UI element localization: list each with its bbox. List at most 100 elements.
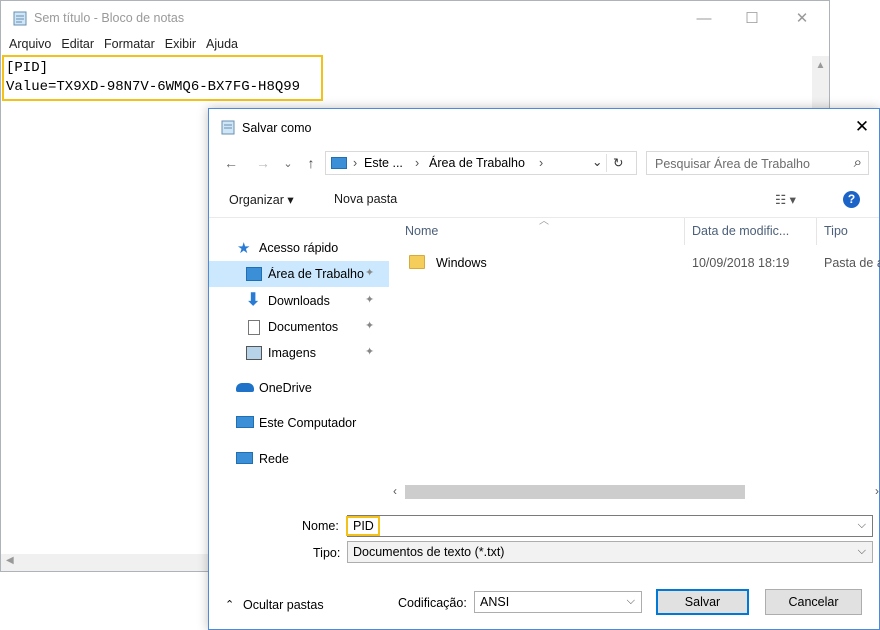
column-header-date[interactable]: Data de modific...	[692, 224, 789, 238]
file-type: Pasta de a	[824, 256, 880, 270]
notepad-icon	[221, 120, 235, 135]
scroll-left-icon[interactable]: ◀	[6, 555, 14, 566]
pin-icon[interactable]: ✦	[365, 293, 374, 306]
file-list: ︿ Nome Data de modific... Tipo Windows 1…	[401, 216, 880, 488]
file-list-horizontal-scrollbar[interactable]: ‹ ›	[393, 483, 880, 501]
hide-folders-button[interactable]: Ocultar pastas	[243, 598, 324, 612]
column-header-name[interactable]: Nome	[405, 224, 438, 238]
folder-icon	[409, 255, 425, 269]
search-placeholder: Pesquisar Área de Trabalho	[655, 157, 810, 171]
refresh-icon[interactable]: ↻	[613, 155, 623, 170]
menu-formatar[interactable]: Formatar	[104, 37, 155, 55]
back-icon[interactable]: ←	[221, 152, 241, 174]
dialog-title: Salvar como	[242, 121, 312, 135]
menu-arquivo[interactable]: Arquivo	[9, 37, 51, 55]
column-divider[interactable]	[816, 218, 817, 245]
computer-icon	[236, 416, 254, 428]
encoding-label: Codificação:	[398, 596, 467, 610]
breadcrumb-este[interactable]: Este ...	[364, 156, 403, 170]
nav-item-acesso-rapido[interactable]: ★ Acesso rápido	[209, 235, 389, 261]
view-options-icon[interactable]: ☷ ▾	[775, 192, 796, 207]
file-name-field[interactable]: PID ⌵	[347, 515, 873, 537]
save-button[interactable]: Salvar	[656, 589, 749, 615]
nav-item-area-de-trabalho[interactable]: Área de Trabalho ✦	[209, 261, 389, 287]
save-as-dialog: Salvar como ✕ ← → ⌄ ↑ › Este ... › Área …	[208, 108, 880, 630]
breadcrumb-sep: ›	[539, 156, 544, 170]
nav-item-imagens[interactable]: Imagens ✦	[209, 340, 389, 366]
pin-icon[interactable]: ✦	[365, 319, 374, 332]
chevron-down-icon[interactable]: ⌵	[858, 545, 866, 558]
chevron-down-icon[interactable]: ⌵	[627, 595, 635, 608]
list-item[interactable]: Windows 10/09/2018 18:19 Pasta de a	[401, 252, 880, 274]
address-bar[interactable]: › Este ... › Área de Trabalho › ⌄ ↻	[325, 151, 637, 175]
navigation-pane: ★ Acesso rápido Área de Trabalho ✦ ⬇ Dow…	[209, 218, 389, 488]
highlight-box	[2, 55, 323, 101]
nav-item-label: Imagens	[268, 346, 316, 360]
nav-item-label: Este Computador	[259, 416, 357, 430]
scrollbar-thumb[interactable]	[405, 485, 745, 499]
minimize-icon[interactable]: —	[681, 1, 727, 35]
nav-item-label: Acesso rápido	[259, 241, 339, 255]
scroll-right-icon[interactable]: ›	[875, 484, 879, 498]
pictures-icon	[246, 346, 262, 360]
address-divider	[606, 154, 607, 172]
file-date: 10/09/2018 18:19	[692, 256, 790, 270]
network-icon	[236, 452, 253, 464]
notepad-title: Sem título - Bloco de notas	[34, 11, 185, 25]
chevron-up-icon[interactable]: ⌃	[225, 598, 234, 611]
forward-icon[interactable]: →	[253, 152, 273, 174]
nav-item-este-computador[interactable]: Este Computador	[209, 410, 389, 436]
highlight-box	[346, 516, 380, 536]
pin-icon[interactable]: ✦	[365, 345, 374, 358]
search-icon[interactable]: ⌕	[854, 154, 862, 171]
notepad-menubar: Arquivo Editar Formatar Exibir Ajuda	[1, 37, 240, 55]
type-label: Tipo:	[313, 546, 341, 560]
dialog-footer: ⌃ Ocultar pastas Codificação: ANSI ⌵ Sal…	[209, 581, 879, 630]
pin-icon[interactable]: ✦	[365, 266, 374, 279]
close-icon[interactable]: ✕	[779, 1, 825, 35]
file-type-value: Documentos de texto (*.txt)	[353, 545, 505, 559]
encoding-select[interactable]: ANSI ⌵	[474, 591, 642, 613]
breadcrumb-sep: ›	[415, 156, 420, 170]
maximize-icon[interactable]: ☐	[729, 1, 775, 35]
document-icon	[248, 320, 260, 335]
encoding-value: ANSI	[480, 595, 510, 609]
chevron-down-icon[interactable]: ⌵	[858, 519, 866, 532]
menu-editar[interactable]: Editar	[61, 37, 94, 55]
nav-item-documentos[interactable]: Documentos ✦	[209, 314, 389, 340]
file-type-select[interactable]: Documentos de texto (*.txt) ⌵	[347, 541, 873, 563]
new-folder-button[interactable]: Nova pasta	[334, 192, 397, 206]
nav-item-label: Downloads	[268, 294, 330, 308]
column-header-type[interactable]: Tipo	[824, 224, 848, 238]
nav-item-label: Rede	[259, 452, 289, 466]
desktop-icon	[246, 267, 262, 281]
column-divider[interactable]	[684, 218, 685, 245]
cloud-icon	[236, 383, 254, 392]
notepad-titlebar[interactable]: Sem título - Bloco de notas — ☐ ✕	[1, 1, 829, 35]
breadcrumb-area-de-trabalho[interactable]: Área de Trabalho	[429, 156, 525, 170]
breadcrumb-sep: ›	[353, 156, 358, 170]
help-icon[interactable]: ?	[843, 191, 860, 208]
menu-exibir[interactable]: Exibir	[165, 37, 196, 55]
star-icon: ★	[237, 240, 251, 257]
cancel-button[interactable]: Cancelar	[765, 589, 862, 615]
address-dropdown-icon[interactable]: ⌄	[592, 154, 602, 169]
recent-locations-icon[interactable]: ⌄	[281, 152, 295, 174]
computer-icon	[331, 157, 347, 169]
dialog-titlebar[interactable]: Salvar como ✕	[209, 109, 879, 145]
file-name: Windows	[436, 256, 487, 270]
organize-button[interactable]: Organizar ▾	[229, 192, 294, 207]
scroll-up-icon[interactable]: ▲	[812, 60, 829, 71]
close-icon[interactable]: ✕	[845, 109, 879, 145]
up-icon[interactable]: ↑	[301, 152, 321, 174]
nav-item-onedrive[interactable]: OneDrive	[209, 375, 389, 401]
nav-item-downloads[interactable]: ⬇ Downloads ✦	[209, 288, 389, 314]
scroll-left-icon[interactable]: ‹	[393, 484, 397, 498]
nav-item-rede[interactable]: Rede	[209, 446, 389, 472]
search-box[interactable]: Pesquisar Área de Trabalho ⌕	[646, 151, 869, 175]
sort-indicator-icon: ︿	[539, 216, 549, 227]
nav-item-label: Área de Trabalho	[268, 267, 364, 281]
notepad-icon	[13, 11, 27, 26]
menu-ajuda[interactable]: Ajuda	[206, 37, 238, 55]
name-label: Nome:	[302, 519, 339, 533]
